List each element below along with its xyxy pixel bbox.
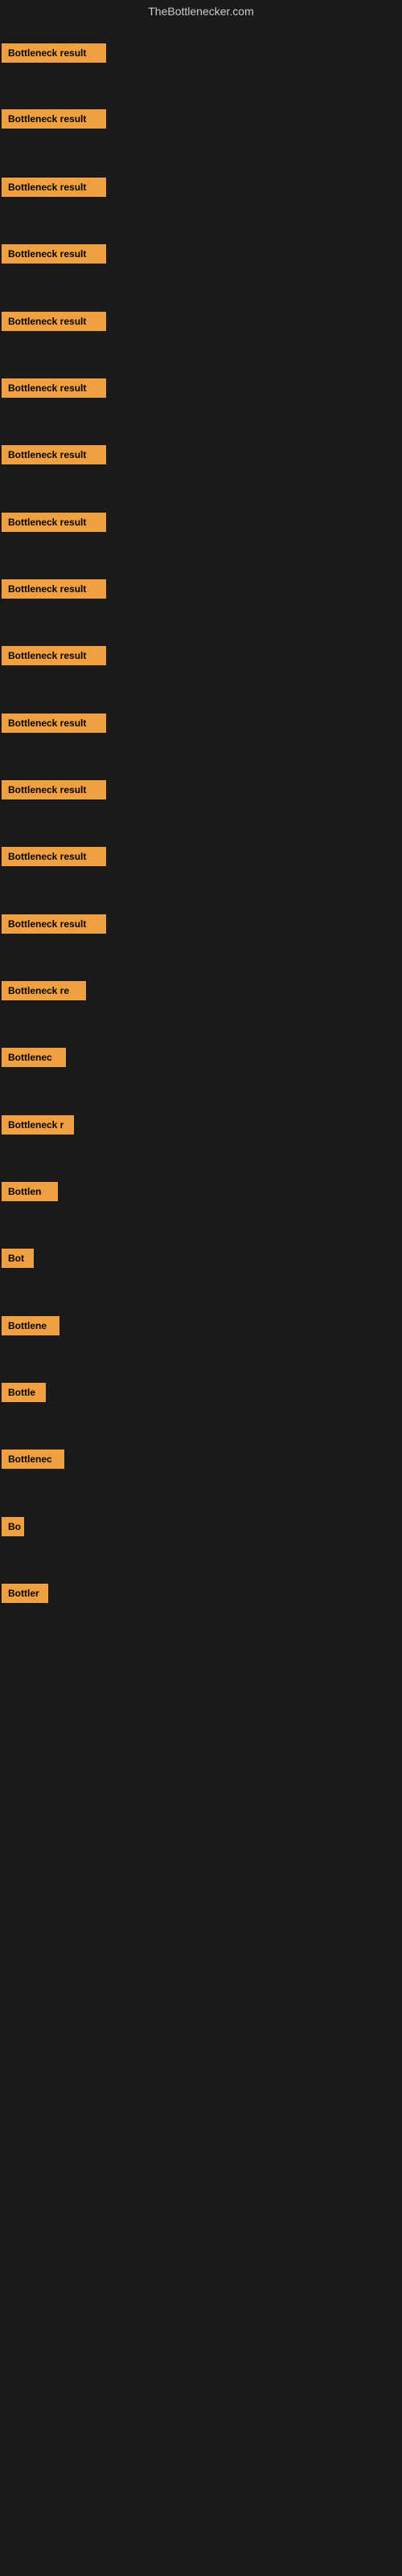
bottleneck-bar-21[interactable]: Bottle [2,1383,46,1402]
bottleneck-bar-15[interactable]: Bottleneck re [2,981,86,1000]
bottleneck-bar-8[interactable]: Bottleneck result [2,513,106,532]
bottleneck-bar-2[interactable]: Bottleneck result [2,109,106,129]
bottleneck-bar-24[interactable]: Bottler [2,1584,48,1603]
bottleneck-bar-18[interactable]: Bottlen [2,1182,58,1201]
bottleneck-bar-19[interactable]: Bot [2,1249,34,1268]
bottleneck-bar-22[interactable]: Bottlenec [2,1450,64,1469]
bottleneck-bar-14[interactable]: Bottleneck result [2,914,106,934]
bottleneck-bar-16[interactable]: Bottlenec [2,1048,66,1067]
bottleneck-bar-5[interactable]: Bottleneck result [2,312,106,331]
bottleneck-bar-10[interactable]: Bottleneck result [2,646,106,665]
bottleneck-bar-20[interactable]: Bottlene [2,1316,59,1335]
bottleneck-bar-13[interactable]: Bottleneck result [2,847,106,866]
bottleneck-bar-12[interactable]: Bottleneck result [2,780,106,799]
page-wrapper: TheBottlenecker.com Bottleneck resultBot… [0,0,402,2576]
bars-container: Bottleneck result Bottleneck result Bottle… [0,21,402,2576]
bottleneck-bar-23[interactable]: Bo [2,1517,24,1536]
bottleneck-bar-4[interactable]: Bottleneck result [2,244,106,264]
bottleneck-bar-17[interactable]: Bottleneck r [2,1115,74,1135]
bottleneck-bar-3[interactable]: Bottleneck result [2,178,106,197]
bottleneck-bar-7[interactable]: Bottleneck result [2,445,106,464]
bottleneck-bar-6[interactable]: Bottleneck result [2,378,106,398]
bottleneck-bar-11[interactable]: Bottleneck result [2,714,106,733]
site-title: TheBottlenecker.com [0,0,402,21]
bottleneck-bar-9[interactable]: Bottleneck result [2,579,106,599]
bottleneck-bar-1[interactable]: Bottleneck result [2,43,106,63]
